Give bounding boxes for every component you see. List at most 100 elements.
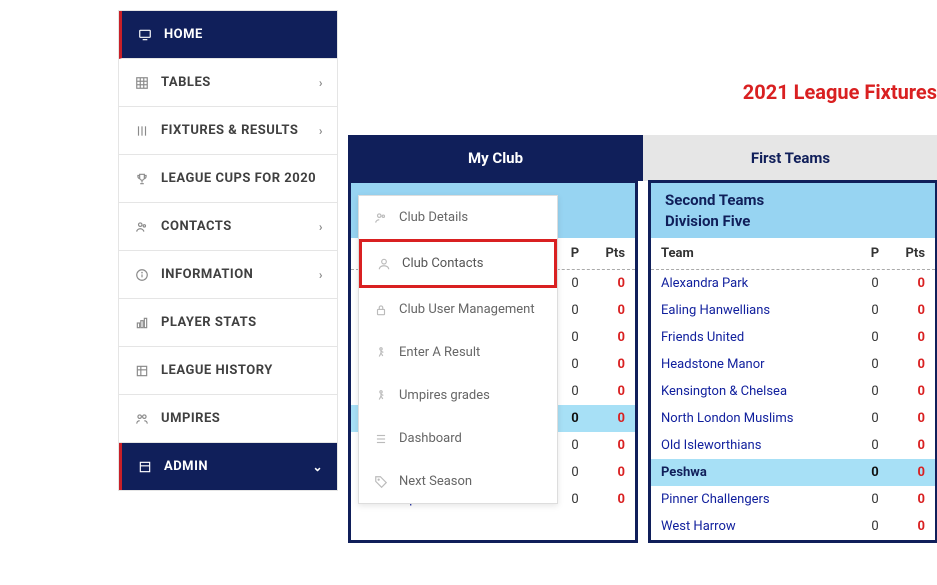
col-head-team: Team xyxy=(661,246,860,261)
sidebar-item-history[interactable]: LEAGUE HISTORY xyxy=(119,347,337,395)
sidebar-item-umpires[interactable]: UMPIRES xyxy=(119,395,337,443)
points-value: 0 xyxy=(590,357,625,372)
table-title-2: Division Five xyxy=(665,211,921,232)
league-table-right: Second Teams Division Five Team P Pts Al… xyxy=(648,180,937,543)
table-row[interactable]: West Harrow00 xyxy=(651,513,935,540)
table-columns-head: Team P Pts xyxy=(651,238,935,270)
dropdown-item-label: Club User Management xyxy=(399,302,535,317)
sidebar-label: INFORMATION xyxy=(161,267,253,282)
sidebar-item-contacts[interactable]: CONTACTS › xyxy=(119,203,337,251)
played-value: 0 xyxy=(860,330,890,345)
walk-icon xyxy=(371,389,391,403)
grid-icon xyxy=(133,76,151,90)
team-name: Pinner Challengers xyxy=(661,492,860,507)
table-title-1: Second Teams xyxy=(665,190,921,211)
played-value: 0 xyxy=(860,357,890,372)
contacts-icon xyxy=(133,220,151,234)
played-value: 0 xyxy=(560,438,590,453)
dropdown-item-label: Next Season xyxy=(399,474,472,489)
monitor-icon xyxy=(136,28,154,42)
sidebar-item-admin[interactable]: ADMIN ⌄ xyxy=(119,443,337,490)
sidebar-label: LEAGUE CUPS FOR 2020 xyxy=(161,171,316,186)
played-value: 0 xyxy=(560,330,590,345)
points-value: 0 xyxy=(590,276,625,291)
sidebar-label: LEAGUE HISTORY xyxy=(161,363,273,378)
table-row[interactable]: Pinner Challengers00 xyxy=(651,486,935,513)
col-head-pts: Pts xyxy=(890,246,925,261)
team-name: Friends United xyxy=(661,330,860,345)
dropdown-item-club-contacts[interactable]: Club Contacts xyxy=(359,239,557,288)
table-row[interactable]: North London Muslims00 xyxy=(651,405,935,432)
points-value: 0 xyxy=(890,519,925,534)
table-header: Second Teams Division Five xyxy=(651,183,935,238)
played-value: 0 xyxy=(560,357,590,372)
page-title: 2021 League Fixtures xyxy=(743,80,937,104)
admin-icon xyxy=(136,460,154,474)
group-icon xyxy=(371,211,391,225)
history-icon xyxy=(133,364,151,378)
chevron-right-icon: › xyxy=(319,220,323,234)
points-value: 0 xyxy=(890,330,925,345)
tab-label: My Club xyxy=(468,149,523,167)
tab-label: First Teams xyxy=(751,149,830,167)
dropdown-item-label: Dashboard xyxy=(399,431,462,446)
dropdown-item-enter-a-result[interactable]: Enter A Result xyxy=(359,331,557,374)
dropdown-item-next-season[interactable]: Next Season xyxy=(359,460,557,503)
sidebar-label: PLAYER STATS xyxy=(161,315,257,330)
tabs: My Club First Teams xyxy=(348,135,937,181)
points-value: 0 xyxy=(890,384,925,399)
played-value: 0 xyxy=(860,438,890,453)
points-value: 0 xyxy=(890,357,925,372)
dropdown-item-label: Club Details xyxy=(399,210,468,225)
team-name: Old Isleworthians xyxy=(661,438,860,453)
points-value: 0 xyxy=(590,384,625,399)
sidebar-label: TABLES xyxy=(161,75,211,90)
played-value: 0 xyxy=(860,384,890,399)
dropdown-item-club-user-management[interactable]: Club User Management xyxy=(359,288,557,331)
sidebar-label: CONTACTS xyxy=(161,219,232,234)
sidebar-item-information[interactable]: INFORMATION › xyxy=(119,251,337,299)
sidebar-label: ADMIN xyxy=(164,459,208,474)
sidebar-item-cups[interactable]: LEAGUE CUPS FOR 2020 xyxy=(119,155,337,203)
points-value: 0 xyxy=(590,411,625,426)
points-value: 0 xyxy=(890,438,925,453)
team-name: Headstone Manor xyxy=(661,357,860,372)
dropdown-item-dashboard[interactable]: Dashboard xyxy=(359,417,557,460)
sidebar-item-tables[interactable]: TABLES › xyxy=(119,59,337,107)
points-value: 0 xyxy=(590,330,625,345)
played-value: 0 xyxy=(860,465,890,480)
points-value: 0 xyxy=(590,303,625,318)
played-value: 0 xyxy=(860,411,890,426)
sidebar-item-fixtures[interactable]: FIXTURES & RESULTS › xyxy=(119,107,337,155)
table-row[interactable]: Old Isleworthians00 xyxy=(651,432,935,459)
tab-my-club[interactable]: My Club xyxy=(348,135,643,181)
sidebar-label: HOME xyxy=(164,27,203,42)
person-icon xyxy=(374,257,394,271)
sidebar-item-player-stats[interactable]: PLAYER STATS xyxy=(119,299,337,347)
tab-first-teams[interactable]: First Teams xyxy=(643,135,937,181)
sidebar-label: UMPIRES xyxy=(161,411,220,426)
sidebar-item-home[interactable]: HOME xyxy=(119,11,337,59)
table-row[interactable]: Friends United00 xyxy=(651,324,935,351)
played-value: 0 xyxy=(560,303,590,318)
played-value: 0 xyxy=(560,492,590,507)
info-icon xyxy=(133,268,151,282)
played-value: 0 xyxy=(560,276,590,291)
table-row[interactable]: Headstone Manor00 xyxy=(651,351,935,378)
dropdown-item-club-details[interactable]: Club Details xyxy=(359,196,557,239)
points-value: 0 xyxy=(590,492,625,507)
table-row[interactable]: Ealing Hanwellians00 xyxy=(651,297,935,324)
table-row[interactable]: Kensington & Chelsea00 xyxy=(651,378,935,405)
list-icon xyxy=(371,432,391,446)
table-row[interactable]: Peshwa00 xyxy=(651,459,935,486)
played-value: 0 xyxy=(560,411,590,426)
admin-dropdown: Club Details Club Contacts Club User Manag… xyxy=(358,195,558,504)
team-name: Ealing Hanwellians xyxy=(661,303,860,318)
points-value: 0 xyxy=(890,276,925,291)
lock-icon xyxy=(371,303,391,317)
trophy-icon xyxy=(133,172,151,186)
team-name: North London Muslims xyxy=(661,411,860,426)
dropdown-item-umpires-grades[interactable]: Umpires grades xyxy=(359,374,557,417)
team-name: Peshwa xyxy=(661,465,860,480)
table-row[interactable]: Alexandra Park00 xyxy=(651,270,935,297)
